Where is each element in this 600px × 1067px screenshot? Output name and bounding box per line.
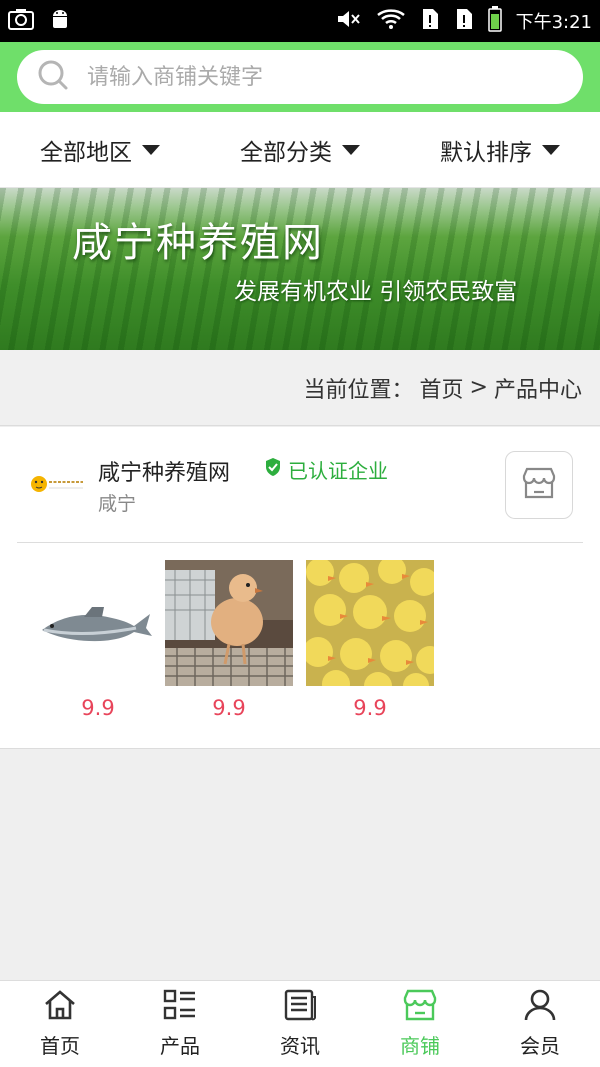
store-name[interactable]: 咸宁种养殖网 (98, 455, 230, 487)
nav-home[interactable]: 首页 (0, 981, 120, 1067)
nav-home-label: 首页 (40, 1034, 80, 1058)
fish-image (34, 560, 162, 686)
android-icon (48, 7, 72, 35)
enter-store-button[interactable] (505, 451, 573, 519)
product-item[interactable]: 9.9 (34, 560, 162, 720)
store-icon (403, 989, 437, 1026)
chick-image (165, 560, 293, 686)
user-icon (523, 989, 557, 1026)
store-city: 咸宁 (98, 493, 137, 515)
verified-badge: 已认证企业 (264, 455, 388, 484)
store-logo (28, 467, 86, 501)
filter-region[interactable]: 全部地区 (40, 133, 160, 167)
product-price: 9.9 (212, 696, 246, 720)
breadcrumb: 当前位置： 首页 > 产品中心 (0, 350, 600, 426)
products-icon (163, 989, 197, 1026)
filter-category[interactable]: 全部分类 (240, 133, 360, 167)
nav-products[interactable]: 产品 (120, 981, 240, 1067)
clock: 下午3:21 (515, 12, 592, 33)
filter-category-label: 全部分类 (240, 139, 332, 166)
banner-title: 咸宁种养殖网 (72, 220, 324, 266)
search-box[interactable] (17, 50, 583, 104)
nav-member[interactable]: 会员 (480, 981, 600, 1067)
nav-store[interactable]: 商铺 (360, 981, 480, 1067)
store-card[interactable]: 咸宁种养殖网 已认证企业 咸宁 9.9 9.9 9.9 (0, 427, 600, 749)
home-icon (43, 989, 77, 1026)
nav-news[interactable]: 资讯 (240, 981, 360, 1067)
breadcrumb-prefix: 当前位置： (303, 377, 414, 403)
bottom-nav: 首页 产品 资讯 商铺 会员 (0, 980, 600, 1067)
banner-slogan: 发展有机农业 引领农民致富 (234, 279, 518, 305)
divider (17, 542, 583, 543)
breadcrumb-separator: > (469, 375, 488, 400)
filter-bar: 全部地区 全部分类 默认排序 (0, 112, 600, 188)
news-icon (283, 989, 317, 1026)
nav-store-label: 商铺 (400, 1034, 440, 1058)
battery-icon (487, 6, 502, 36)
product-price: 9.9 (353, 696, 387, 720)
status-bar: 下午3:21 (0, 0, 600, 42)
product-item[interactable]: 9.9 (306, 560, 434, 720)
search-input[interactable] (87, 64, 547, 90)
nav-member-label: 会员 (520, 1034, 560, 1058)
shield-check-icon (264, 457, 282, 482)
breadcrumb-current: 产品中心 (493, 377, 582, 403)
verified-label: 已认证企业 (288, 459, 388, 483)
wifi-icon (376, 8, 406, 34)
ducklings-image (306, 560, 434, 686)
dropdown-arrow-icon (142, 144, 160, 155)
search-icon[interactable] (37, 59, 69, 95)
nav-news-label: 资讯 (280, 1034, 320, 1058)
storefront-icon (521, 466, 557, 504)
product-item[interactable]: 9.9 (165, 560, 293, 720)
filter-sort-label: 默认排序 (440, 139, 532, 166)
mute-icon (336, 8, 362, 34)
banner[interactable]: 咸宁种养殖网 发展有机农业 引领农民致富 (0, 188, 600, 350)
dropdown-arrow-icon (342, 144, 360, 155)
sim2-icon (454, 7, 474, 35)
sim1-icon (420, 7, 440, 35)
filter-region-label: 全部地区 (40, 139, 132, 166)
product-price: 9.9 (81, 696, 115, 720)
dropdown-arrow-icon (542, 144, 560, 155)
search-header (0, 42, 600, 112)
screenshot-icon (8, 8, 34, 34)
filter-sort[interactable]: 默认排序 (440, 133, 560, 167)
nav-products-label: 产品 (160, 1034, 200, 1058)
breadcrumb-home-link[interactable]: 首页 (420, 372, 464, 404)
